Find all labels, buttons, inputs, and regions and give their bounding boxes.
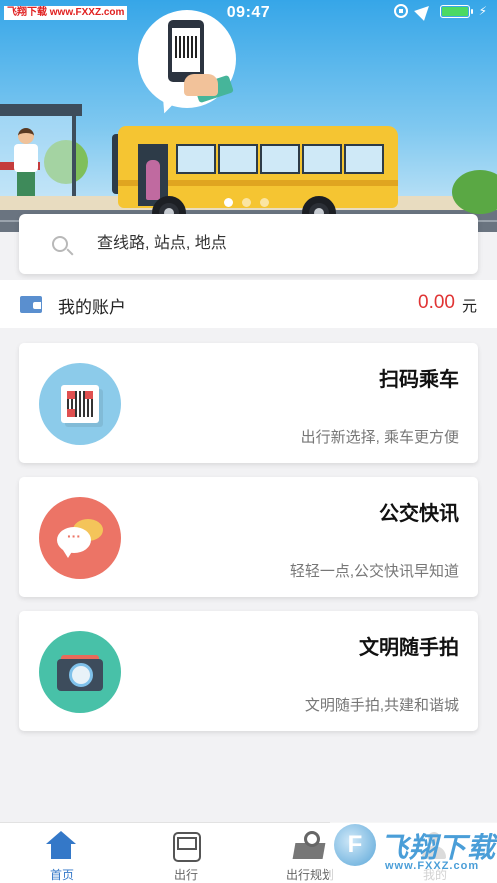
account-label: 我的账户: [58, 298, 126, 317]
hand-illustration: [184, 74, 218, 96]
location-icon: [413, 1, 434, 21]
bus-news-card[interactable]: ··· 公交快讯 轻轻一点,公交快讯早知道: [19, 477, 478, 597]
site-logo-icon: F: [334, 824, 376, 866]
waiting-person-head: [18, 128, 34, 144]
charging-icon: ⚡: [478, 4, 487, 18]
account-balance: 0.00: [418, 292, 455, 313]
chat-bubble-front: ···: [57, 527, 91, 558]
search-icon: [52, 236, 68, 252]
card-title: 公交快讯: [379, 503, 459, 525]
orientation-lock-icon: [393, 4, 408, 18]
card-description: 出行新选择, 乘车更方便: [300, 429, 459, 446]
search-input[interactable]: [97, 230, 457, 258]
carousel-dot[interactable]: [224, 198, 233, 207]
banner-carousel[interactable]: [0, 0, 497, 232]
tab-label: 出行: [173, 868, 198, 882]
boarding-person: [146, 160, 160, 200]
carousel-dot[interactable]: [260, 198, 269, 207]
wallet-icon: [20, 296, 42, 313]
account-currency-unit: 元: [461, 298, 477, 315]
card-title: 文明随手拍: [359, 637, 459, 659]
battery-level: [441, 6, 468, 16]
bus-shelter-roof: [0, 104, 82, 116]
chat-bubble-icon: ···: [39, 497, 121, 579]
bus-window: [176, 144, 216, 174]
card-description: 文明随手拍,共建和谐城: [304, 697, 459, 714]
bus-window: [218, 144, 258, 174]
bus-icon: [170, 831, 201, 862]
camera-icon: [39, 631, 121, 713]
map-pin-icon: [294, 831, 324, 861]
qr-code-icon: [39, 363, 121, 445]
bus-window: [344, 144, 384, 174]
qr-pattern: [67, 391, 93, 417]
status-bar: 飞翔下载 www.FXXZ.com 09:47 ⚡: [0, 0, 497, 26]
card-description: 轻轻一点,公交快讯早知道: [289, 563, 459, 580]
tab-home[interactable]: 首页: [0, 823, 124, 883]
civility-snapshot-card[interactable]: 文明随手拍 文明随手拍,共建和谐城: [19, 611, 478, 731]
status-icons: ⚡: [393, 1, 487, 21]
carousel-indicator: [224, 198, 269, 207]
carousel-dot[interactable]: [242, 198, 251, 207]
site-logo-url: www.FXXZ.com: [385, 860, 480, 872]
card-title: 扫码乘车: [379, 369, 459, 391]
waiting-person-legs: [17, 172, 35, 196]
account-row[interactable]: 我的账户 0.00 元: [0, 280, 497, 328]
scan-to-ride-card[interactable]: 扫码乘车 出行新选择, 乘车更方便: [19, 343, 478, 463]
bus-shelter-glass: [0, 116, 76, 196]
camera-lens: [69, 663, 93, 687]
tab-travel[interactable]: 出行: [124, 823, 248, 883]
bus-window: [260, 144, 300, 174]
tab-label: 首页: [49, 868, 74, 882]
waiting-person-body: [14, 144, 38, 172]
search-bar[interactable]: [19, 214, 478, 274]
phone-qr-code: [175, 36, 197, 58]
home-icon: [46, 831, 76, 861]
battery-icon: [439, 4, 473, 18]
bus-window: [302, 144, 342, 174]
